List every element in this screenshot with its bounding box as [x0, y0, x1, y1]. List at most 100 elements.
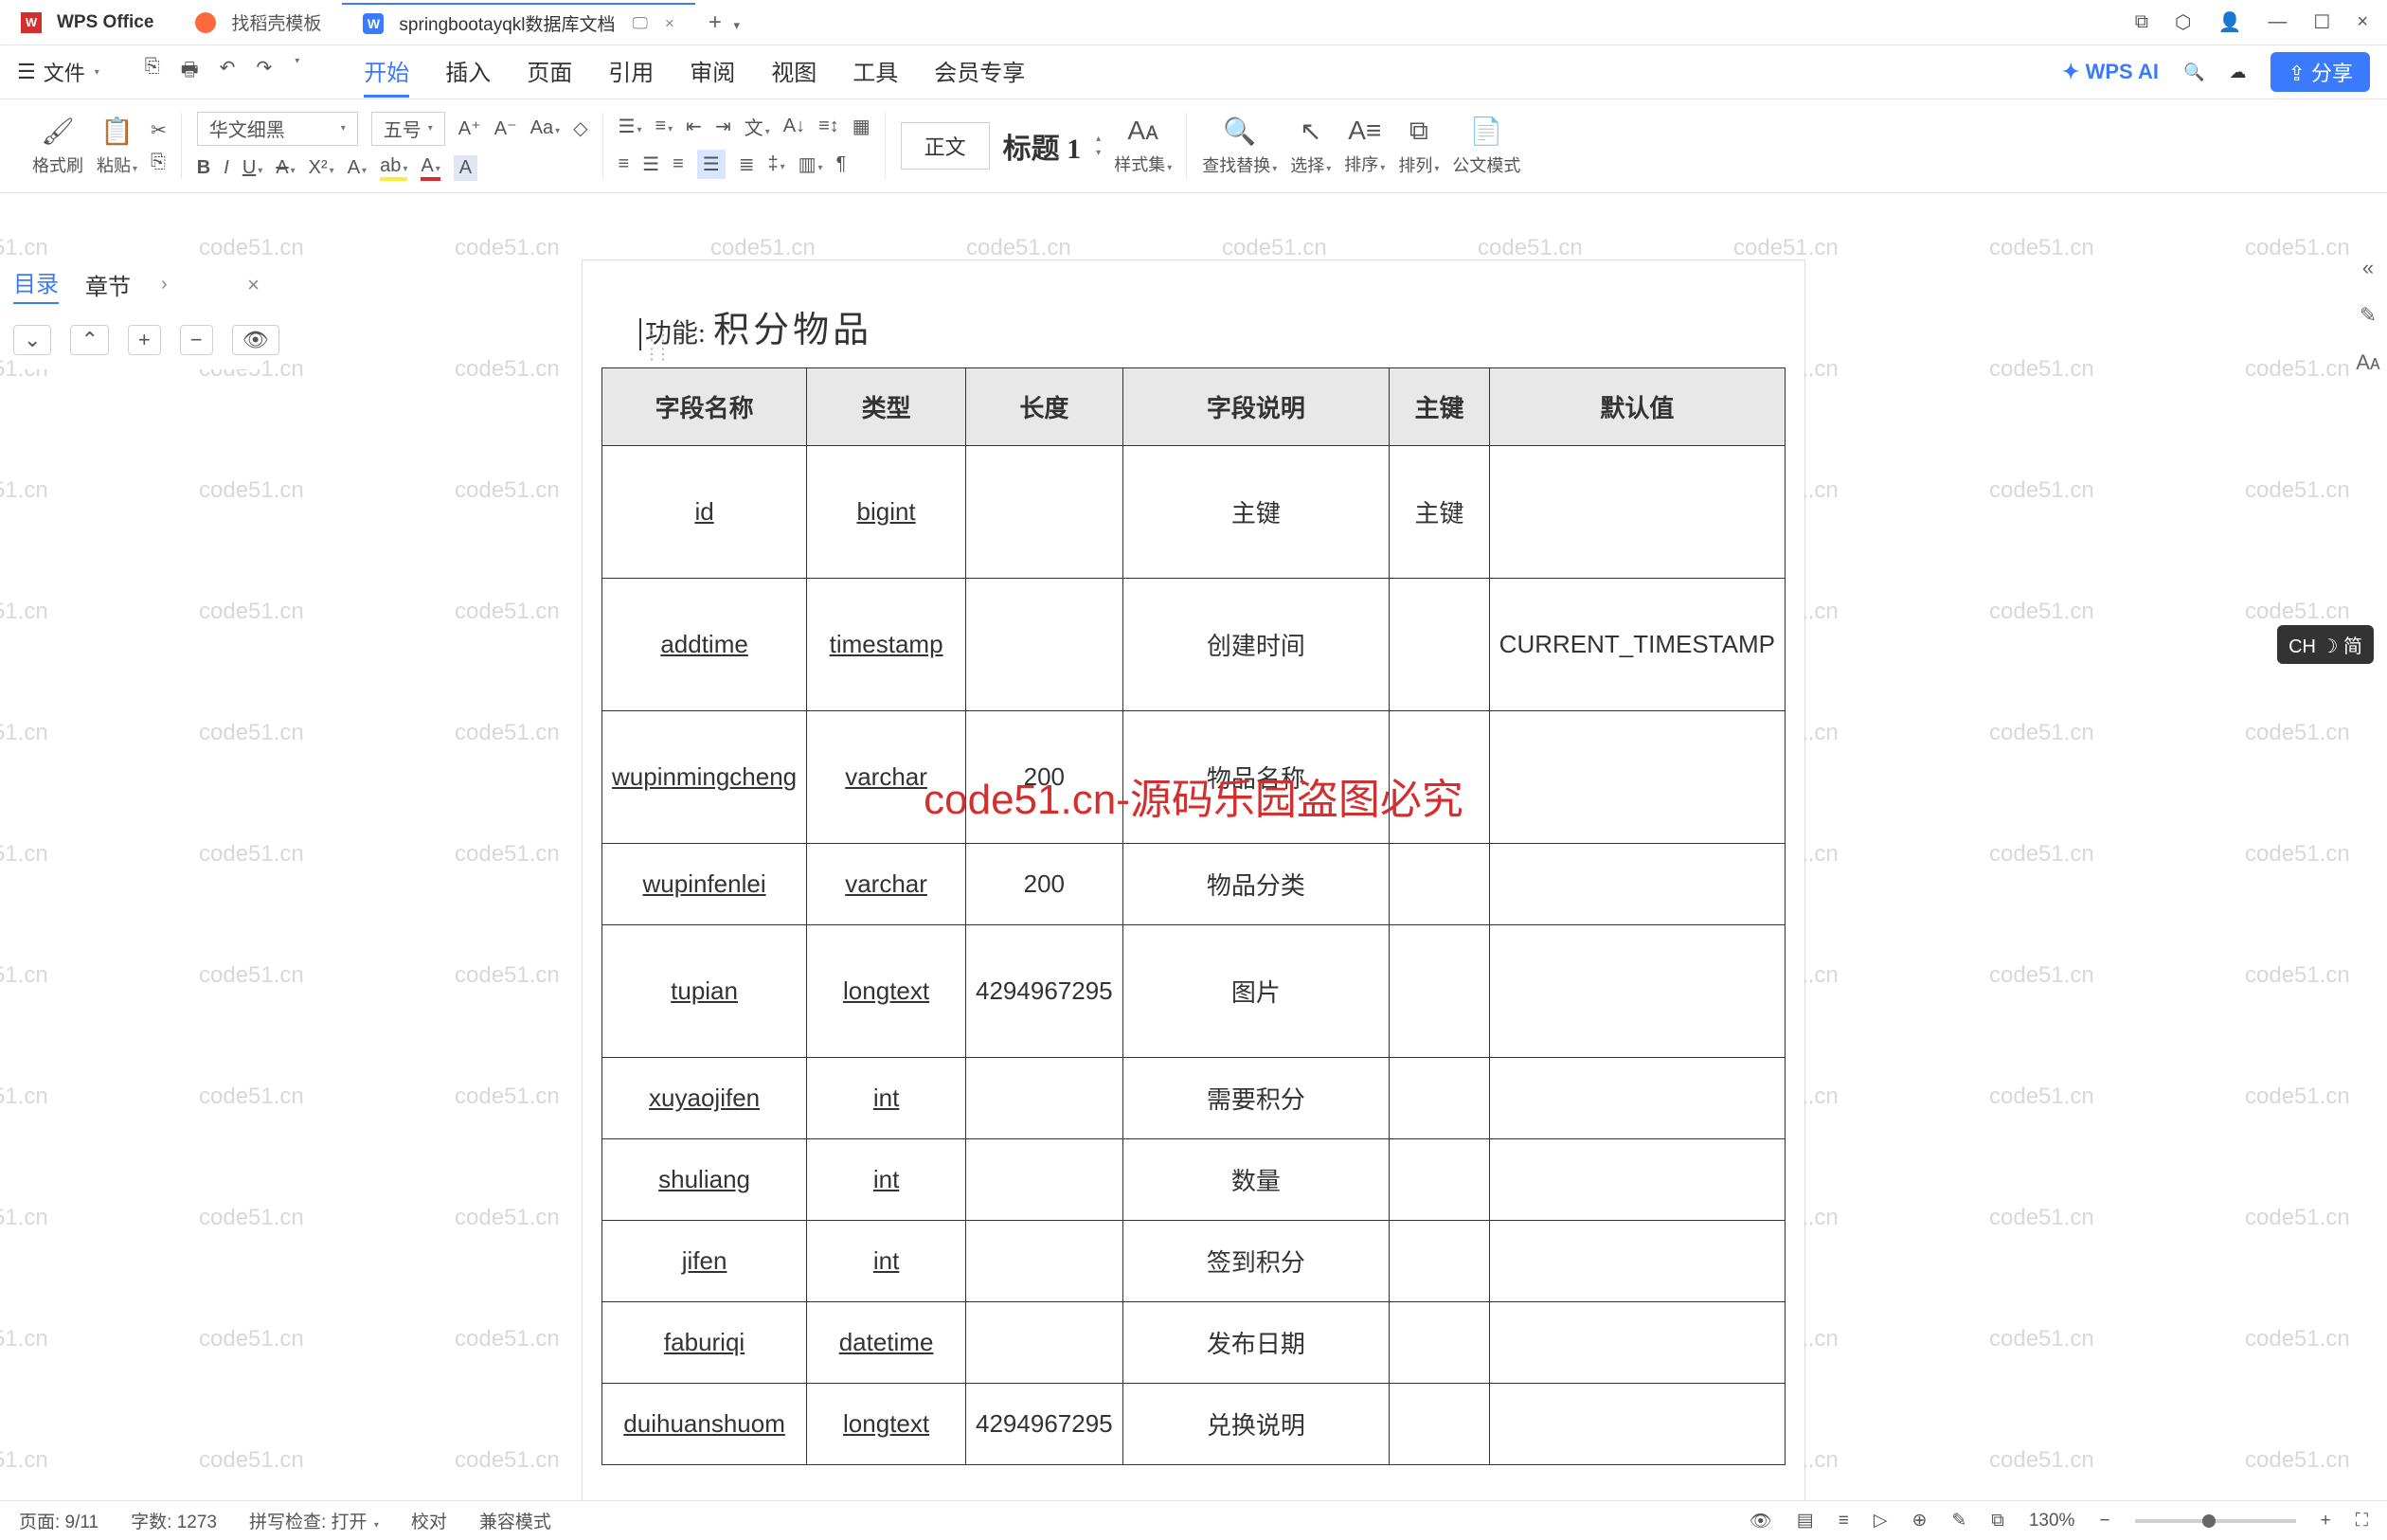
avatar-icon[interactable]: 👤: [2217, 10, 2241, 34]
paste-button[interactable]: 📋粘贴▾: [97, 116, 137, 177]
table-cell[interactable]: id: [602, 446, 807, 579]
tab-templates[interactable]: 找稻壳模板: [174, 3, 342, 43]
table-cell[interactable]: [966, 1058, 1123, 1139]
chevron-right-icon[interactable]: ›: [161, 274, 168, 295]
screen-icon[interactable]: 🖵: [633, 14, 648, 33]
table-cell[interactable]: longtext: [807, 1384, 966, 1465]
fullscreen-icon[interactable]: ⛶: [2356, 1511, 2368, 1531]
table-row[interactable]: jifenint签到积分: [602, 1221, 1786, 1302]
table-cell[interactable]: 200: [966, 844, 1123, 925]
table-cell[interactable]: [1390, 711, 1489, 844]
font-name-select[interactable]: 华文细黑▾: [197, 112, 358, 146]
table-cell[interactable]: [1489, 844, 1785, 925]
table-cell[interactable]: 图片: [1122, 925, 1390, 1058]
page-grip-icon[interactable]: ⋮⋮⋮⋮: [644, 326, 667, 364]
align-center-icon[interactable]: ☰: [642, 152, 659, 176]
underline-icon[interactable]: U▾: [242, 157, 262, 179]
table-cell[interactable]: int: [807, 1221, 966, 1302]
tab-ref[interactable]: 引用: [608, 46, 654, 98]
view-web-icon[interactable]: ⊕: [1911, 1510, 1927, 1531]
table-cell[interactable]: wupinfenlei: [602, 844, 807, 925]
tab-review[interactable]: 审阅: [690, 46, 735, 98]
shading-icon[interactable]: A: [454, 155, 477, 181]
tab-tools[interactable]: 工具: [852, 46, 898, 98]
rv-pencil-icon[interactable]: ✎: [2360, 303, 2377, 328]
nav-remove[interactable]: −: [180, 325, 213, 355]
table-cell[interactable]: longtext: [807, 925, 966, 1058]
arrange-button[interactable]: ⧉排列▾: [1398, 116, 1439, 177]
zoom-out-button[interactable]: −: [2099, 1511, 2109, 1531]
align-justify-icon[interactable]: ☰: [697, 150, 726, 179]
tab-page[interactable]: 页面: [527, 46, 572, 98]
undo-icon[interactable]: ↶: [220, 56, 236, 88]
table-cell[interactable]: varchar: [807, 711, 966, 844]
tab-insert[interactable]: 插入: [445, 46, 491, 98]
status-proof[interactable]: 校对: [411, 1508, 447, 1533]
table-cell[interactable]: [1390, 1302, 1489, 1384]
nav-collapse-down[interactable]: ⌄: [13, 325, 51, 355]
zoom-slider[interactable]: [2135, 1519, 2296, 1523]
wps-ai-button[interactable]: ✦ WPS AI: [2062, 60, 2159, 84]
rv-expand-icon[interactable]: «: [2362, 256, 2374, 280]
view-read-icon[interactable]: ▷: [1874, 1510, 1888, 1531]
table-cell[interactable]: [1489, 1058, 1785, 1139]
table-cell[interactable]: int: [807, 1139, 966, 1221]
strike-icon[interactable]: A▾: [276, 157, 295, 179]
table-cell[interactable]: [966, 1302, 1123, 1384]
table-row[interactable]: tupianlongtext4294967295图片: [602, 925, 1786, 1058]
tab-start[interactable]: 开始: [364, 46, 409, 98]
view-pages-icon[interactable]: ⧉: [1991, 1511, 2004, 1531]
table-cell[interactable]: 需要积分: [1122, 1058, 1390, 1139]
table-cell[interactable]: 数量: [1122, 1139, 1390, 1221]
table-cell[interactable]: [1489, 1302, 1785, 1384]
style-scroll-down[interactable]: ▾: [1096, 148, 1101, 158]
table-cell[interactable]: [1390, 925, 1489, 1058]
window-minimize[interactable]: —: [2268, 11, 2287, 33]
format-brush-button[interactable]: 🖌格式刷: [32, 116, 83, 177]
table-cell[interactable]: [1489, 446, 1785, 579]
align-left-icon[interactable]: ≡: [619, 153, 630, 175]
table-cell[interactable]: tupian: [602, 925, 807, 1058]
print-icon[interactable]: 🖶: [181, 56, 199, 88]
table-cell[interactable]: 物品名称: [1122, 711, 1390, 844]
clear-format-icon[interactable]: ◇: [573, 116, 587, 140]
superscript-icon[interactable]: X²▾: [309, 157, 334, 179]
view-outline-icon[interactable]: ≡: [1839, 1511, 1849, 1531]
select-button[interactable]: ↖选择▾: [1290, 116, 1331, 177]
tab-view[interactable]: 视图: [771, 46, 817, 98]
db-table[interactable]: 字段名称 类型 长度 字段说明 主键 默认值 idbigint主键主键addti…: [601, 367, 1786, 1465]
table-cell[interactable]: datetime: [807, 1302, 966, 1384]
borders-icon[interactable]: ▦: [852, 115, 870, 138]
layout-toggle-icon[interactable]: ⧉: [2135, 11, 2148, 33]
table-row[interactable]: idbigint主键主键: [602, 446, 1786, 579]
tab-member[interactable]: 会员专享: [934, 46, 1025, 98]
tab-close-button[interactable]: ×: [665, 14, 674, 33]
bold-icon[interactable]: B: [197, 157, 210, 179]
table-cell[interactable]: 主键: [1122, 446, 1390, 579]
table-cell[interactable]: [1489, 711, 1785, 844]
table-cell[interactable]: addtime: [602, 579, 807, 711]
bullet-list-icon[interactable]: ☰▾: [619, 115, 642, 138]
highlight-icon[interactable]: ab▾: [380, 155, 407, 181]
style-heading1-button[interactable]: 标题 1: [1003, 125, 1082, 167]
tab-document-active[interactable]: W springbootayqkl数据库文档 🖵 ×: [342, 3, 694, 43]
sort-lines-icon[interactable]: A↓: [783, 116, 805, 137]
table-cell[interactable]: [1390, 1058, 1489, 1139]
table-cell[interactable]: [966, 1139, 1123, 1221]
zoom-value[interactable]: 130%: [2029, 1511, 2075, 1531]
view-print-icon[interactable]: ▤: [1797, 1510, 1814, 1531]
table-row[interactable]: wupinmingchengvarchar200物品名称: [602, 711, 1786, 844]
table-cell[interactable]: [1489, 1384, 1785, 1465]
share-button[interactable]: ⇪ 分享: [2270, 52, 2370, 92]
table-cell[interactable]: [1489, 925, 1785, 1058]
nav-tab-toc[interactable]: 目录: [13, 265, 59, 304]
table-cell[interactable]: 4294967295: [966, 1384, 1123, 1465]
nav-add[interactable]: +: [128, 325, 161, 355]
align-right-icon[interactable]: ≡: [673, 153, 684, 175]
quickbar-caret[interactable]: ▾: [295, 56, 299, 88]
tab-add-caret[interactable]: ▾: [734, 18, 741, 32]
redo-icon[interactable]: ↷: [256, 56, 272, 88]
status-page[interactable]: 页面: 9/11: [19, 1508, 99, 1533]
table-cell[interactable]: int: [807, 1058, 966, 1139]
copy-icon[interactable]: ⎘: [151, 152, 166, 173]
